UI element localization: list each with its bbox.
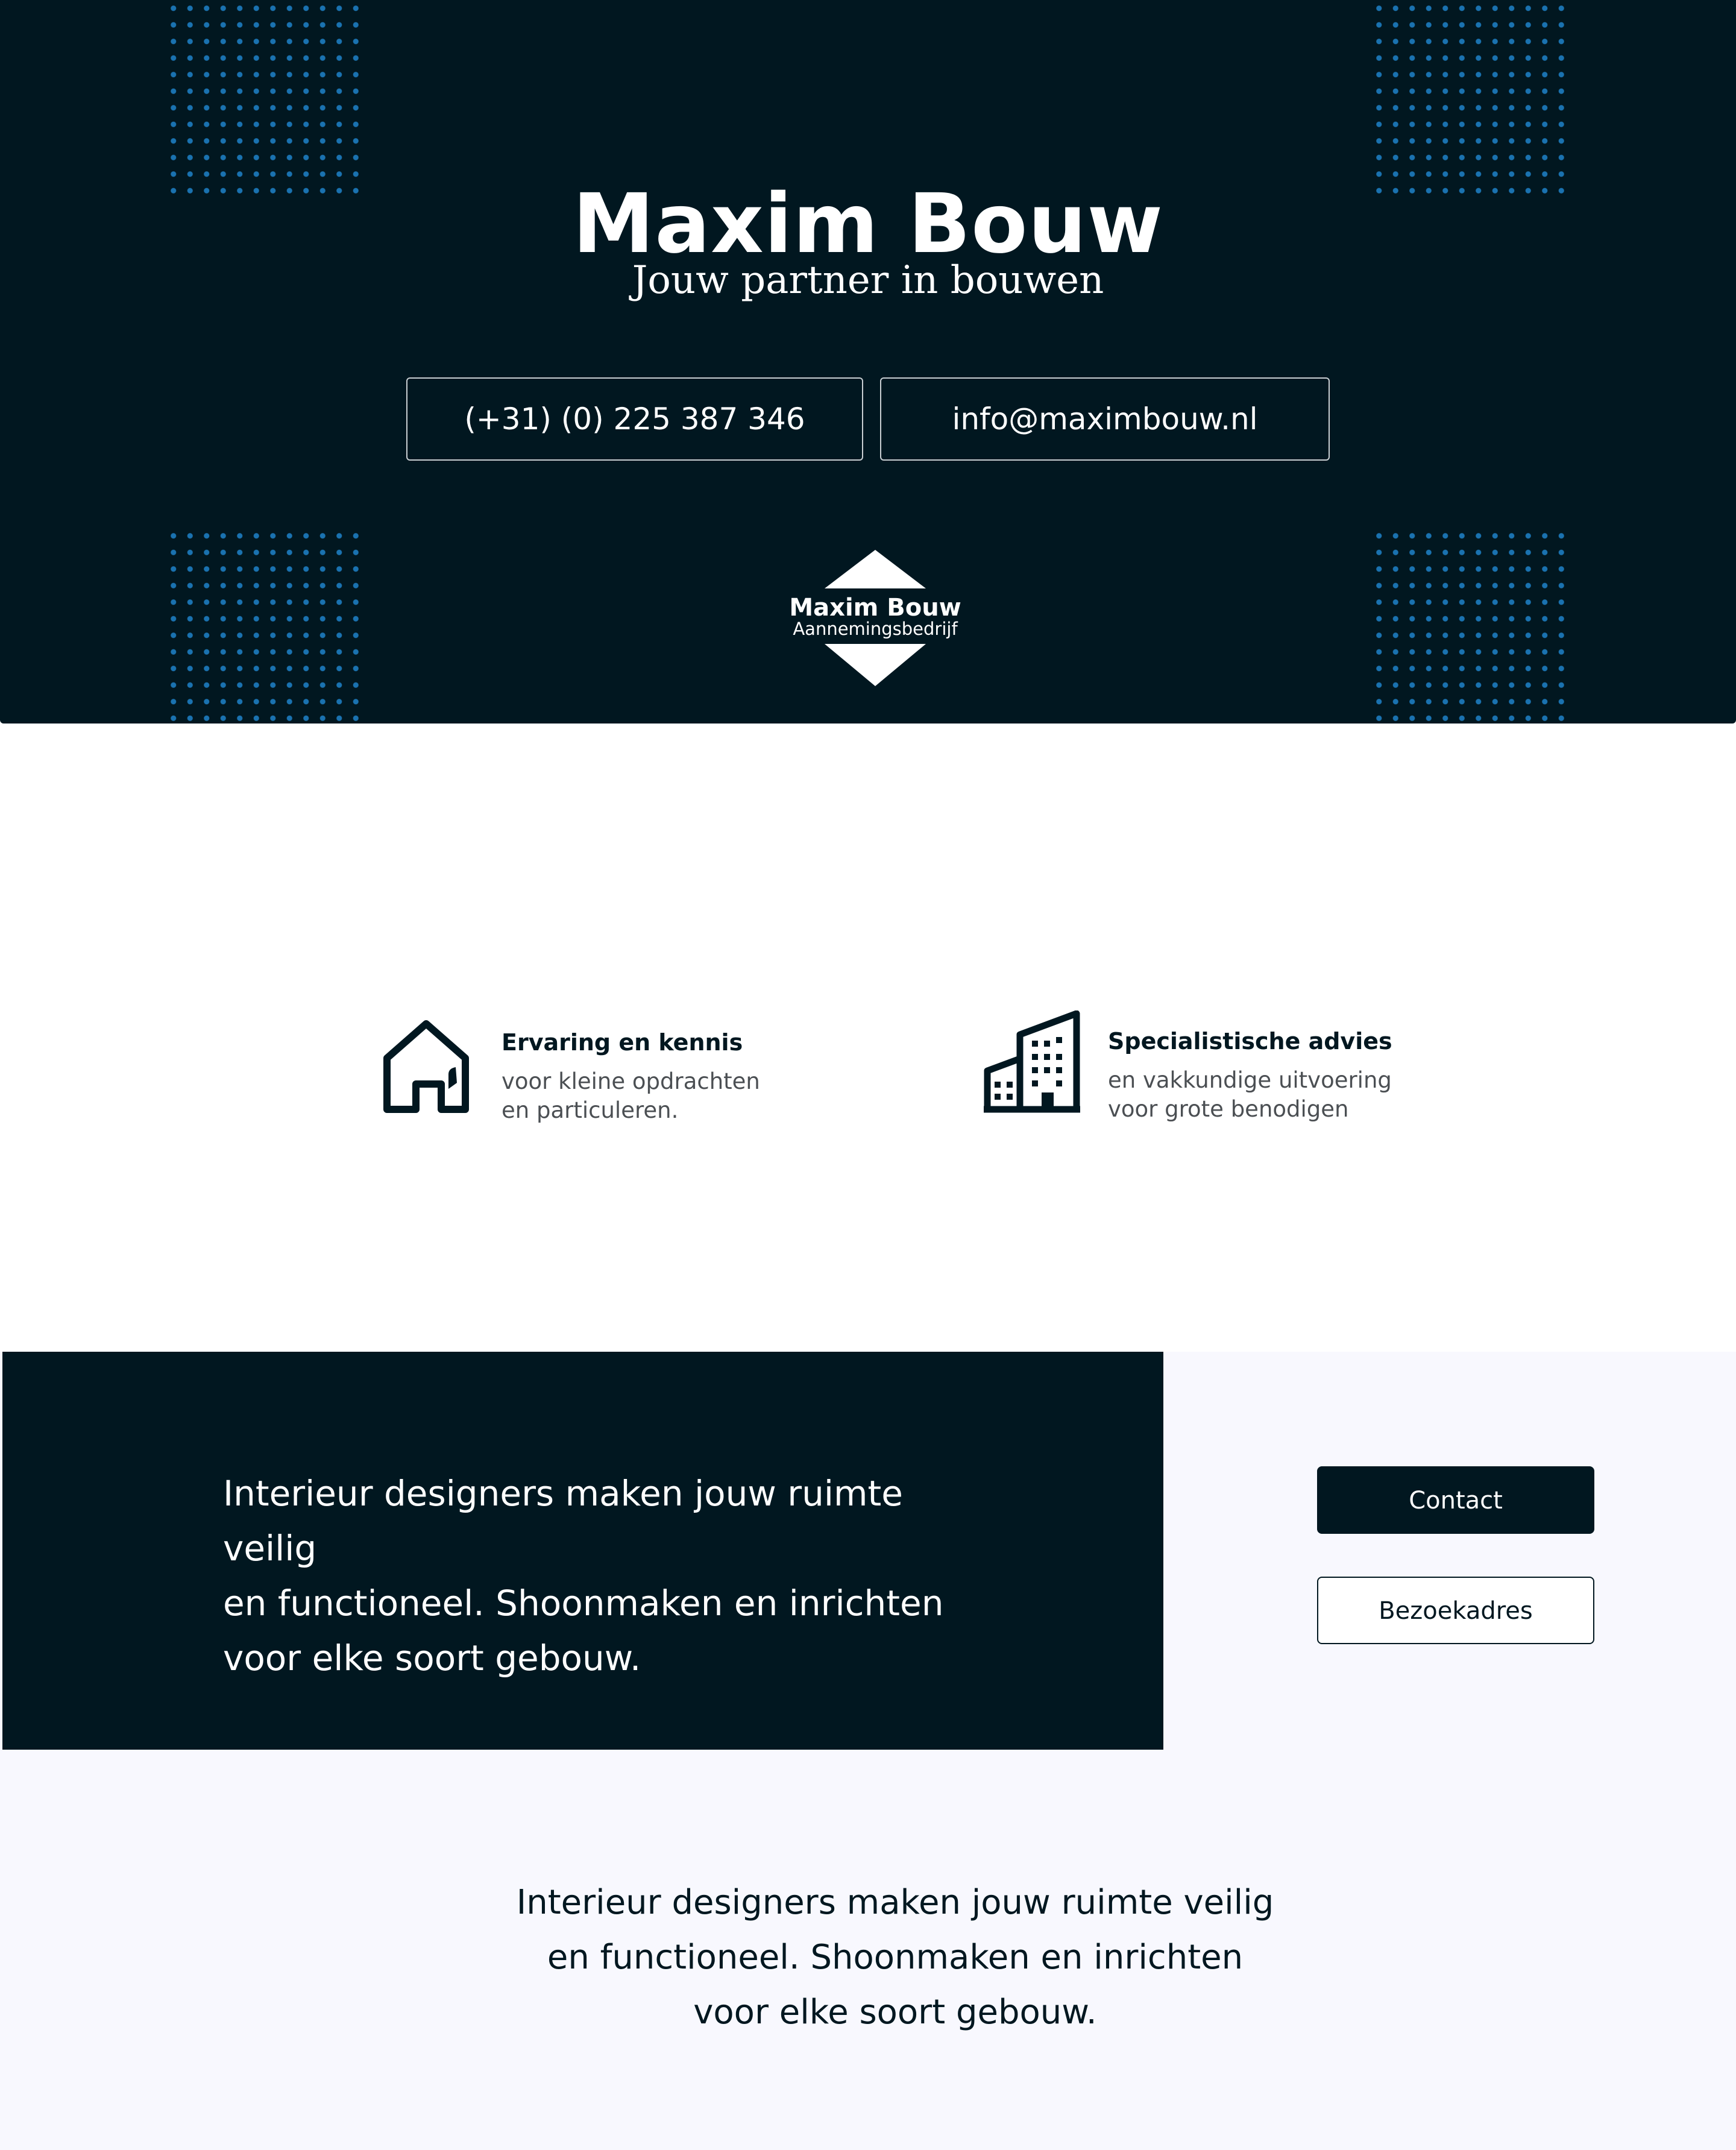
phone-link[interactable]: (+31) (0) 225 387 346 — [406, 377, 863, 461]
bottom-text: Interieur designers maken jouw ruimte ve… — [516, 1883, 1274, 2032]
decorative-dot-grid — [165, 0, 361, 196]
cta-text: Interieur designers maken jouw ruimte ve… — [223, 1473, 944, 1679]
decorative-dot-grid — [1371, 528, 1567, 723]
feature-title: Specialistische advies — [1108, 1028, 1392, 1055]
hero-section: Maxim Bouw Jouw partner in bouwen (+31) … — [0, 0, 1736, 723]
decorative-dot-grid — [165, 528, 361, 723]
decorative-dot-grid — [1371, 0, 1567, 196]
contact-button[interactable]: Contact — [1317, 1466, 1594, 1534]
feature-description: en vakkundige uitvoering voor grote beno… — [1108, 1067, 1392, 1122]
logo-tagline: Aannemingsbedrijf — [793, 619, 958, 639]
logo-diamond-top — [825, 550, 926, 588]
visit-address-button[interactable]: Bezoekadres — [1317, 1577, 1594, 1644]
buildings-icon — [984, 1010, 1080, 1113]
feature-title: Ervaring en kennis — [502, 1029, 743, 1056]
logo-name: Maxim Bouw — [789, 594, 961, 622]
logo-diamond-bottom — [825, 644, 926, 686]
feature-description: voor kleine opdrachten en particuleren. — [502, 1068, 760, 1123]
email-link[interactable]: info@maximbouw.nl — [880, 377, 1330, 461]
page-subtitle: Jouw partner in bouwen — [632, 258, 1104, 303]
company-logo: Maxim Bouw Aannemingsbedrijf — [789, 550, 961, 686]
house-icon — [383, 1020, 469, 1113]
